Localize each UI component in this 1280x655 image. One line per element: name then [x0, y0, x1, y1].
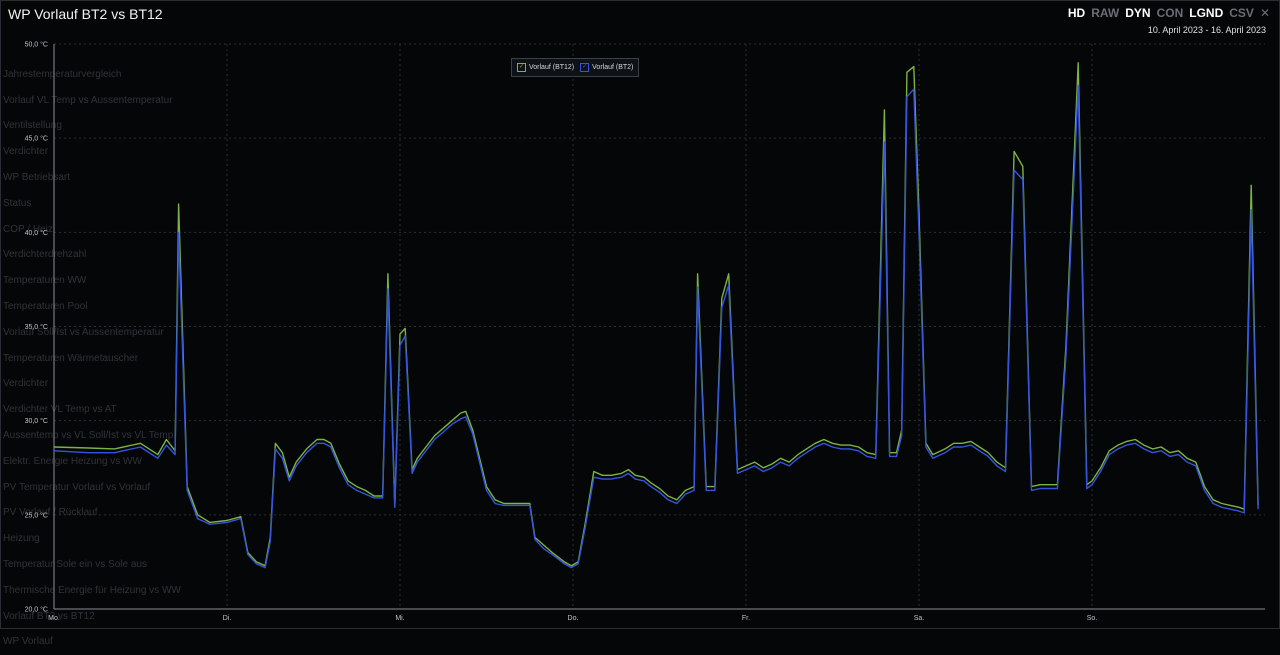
x-tick-label: So. [1087, 615, 1098, 622]
x-tick-label: Fr. [742, 615, 750, 622]
x-tick-label: Di. [223, 615, 232, 622]
legend-item-bt12[interactable]: ✓ Vorlauf (BT12) [517, 63, 574, 72]
x-tick-label: Mo. [48, 615, 60, 622]
y-tick-label: 50,0 °C [25, 41, 48, 49]
y-tick-label: 40,0 °C [25, 229, 48, 237]
x-tick-label: Mi. [395, 615, 404, 622]
x-tick-label: Sa. [914, 615, 925, 622]
background-menu-item: WP Vorlauf [3, 636, 53, 648]
legend-label-bt12: Vorlauf (BT12) [529, 64, 575, 71]
y-tick-label: 25,0 °C [25, 511, 48, 519]
x-tick-label: Do. [568, 615, 579, 622]
y-tick-label: 45,0 °C [25, 135, 48, 143]
y-tick-label: 30,0 °C [25, 417, 48, 425]
y-tick-label: 20,0 °C [25, 606, 48, 614]
y-tick-label: 35,0 °C [25, 323, 48, 331]
legend-checkbox-icon: ✓ [517, 63, 526, 72]
line-chart: 20,0 °C 25,0 °C 30,0 °C 35,0 °C 40,0 °C 45,0 … [25, 41, 1265, 622]
legend-item-bt2[interactable]: ✓ Vorlauf (BT2) [580, 63, 633, 72]
chart-legend: ✓ Vorlauf (BT12) ✓ Vorlauf (BT2) [511, 58, 640, 77]
legend-label-bt2: Vorlauf (BT2) [592, 64, 634, 71]
legend-checkbox-icon: ✓ [580, 63, 590, 72]
